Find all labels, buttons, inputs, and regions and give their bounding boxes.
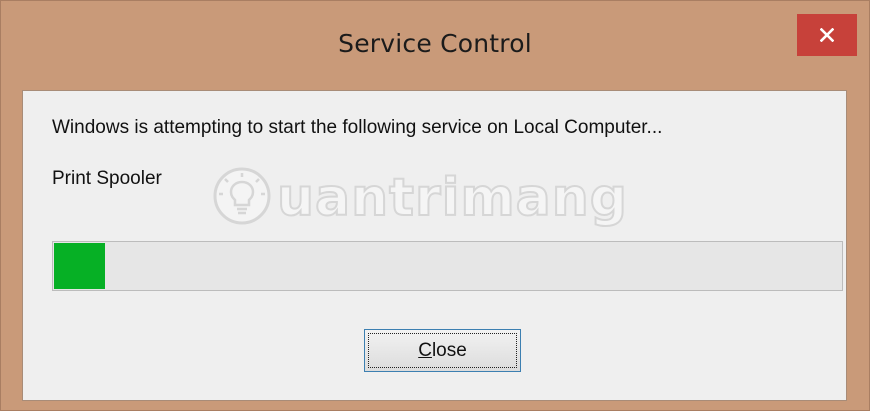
service-name: Print Spooler <box>52 168 162 189</box>
close-button[interactable]: Close <box>364 329 521 372</box>
watermark-text: uantrimang <box>276 168 628 228</box>
close-icon <box>820 28 834 42</box>
dialog-body: Windows is attempting to start the follo… <box>22 90 847 401</box>
close-button-mnemonic: C <box>418 339 432 361</box>
close-button-label: Close <box>418 340 467 362</box>
window-close-button[interactable] <box>797 14 857 56</box>
close-button-label-rest: lose <box>431 339 467 361</box>
progress-bar-fill <box>54 243 105 289</box>
window-title: Service Control <box>338 29 532 58</box>
service-control-window: Service Control Windows is attempting to… <box>0 0 870 411</box>
title-bar[interactable]: Service Control <box>1 1 869 89</box>
status-message: Windows is attempting to start the follo… <box>52 117 663 138</box>
lightbulb-icon <box>211 165 273 232</box>
progress-bar <box>52 241 843 291</box>
watermark: uantrimang <box>211 148 628 248</box>
